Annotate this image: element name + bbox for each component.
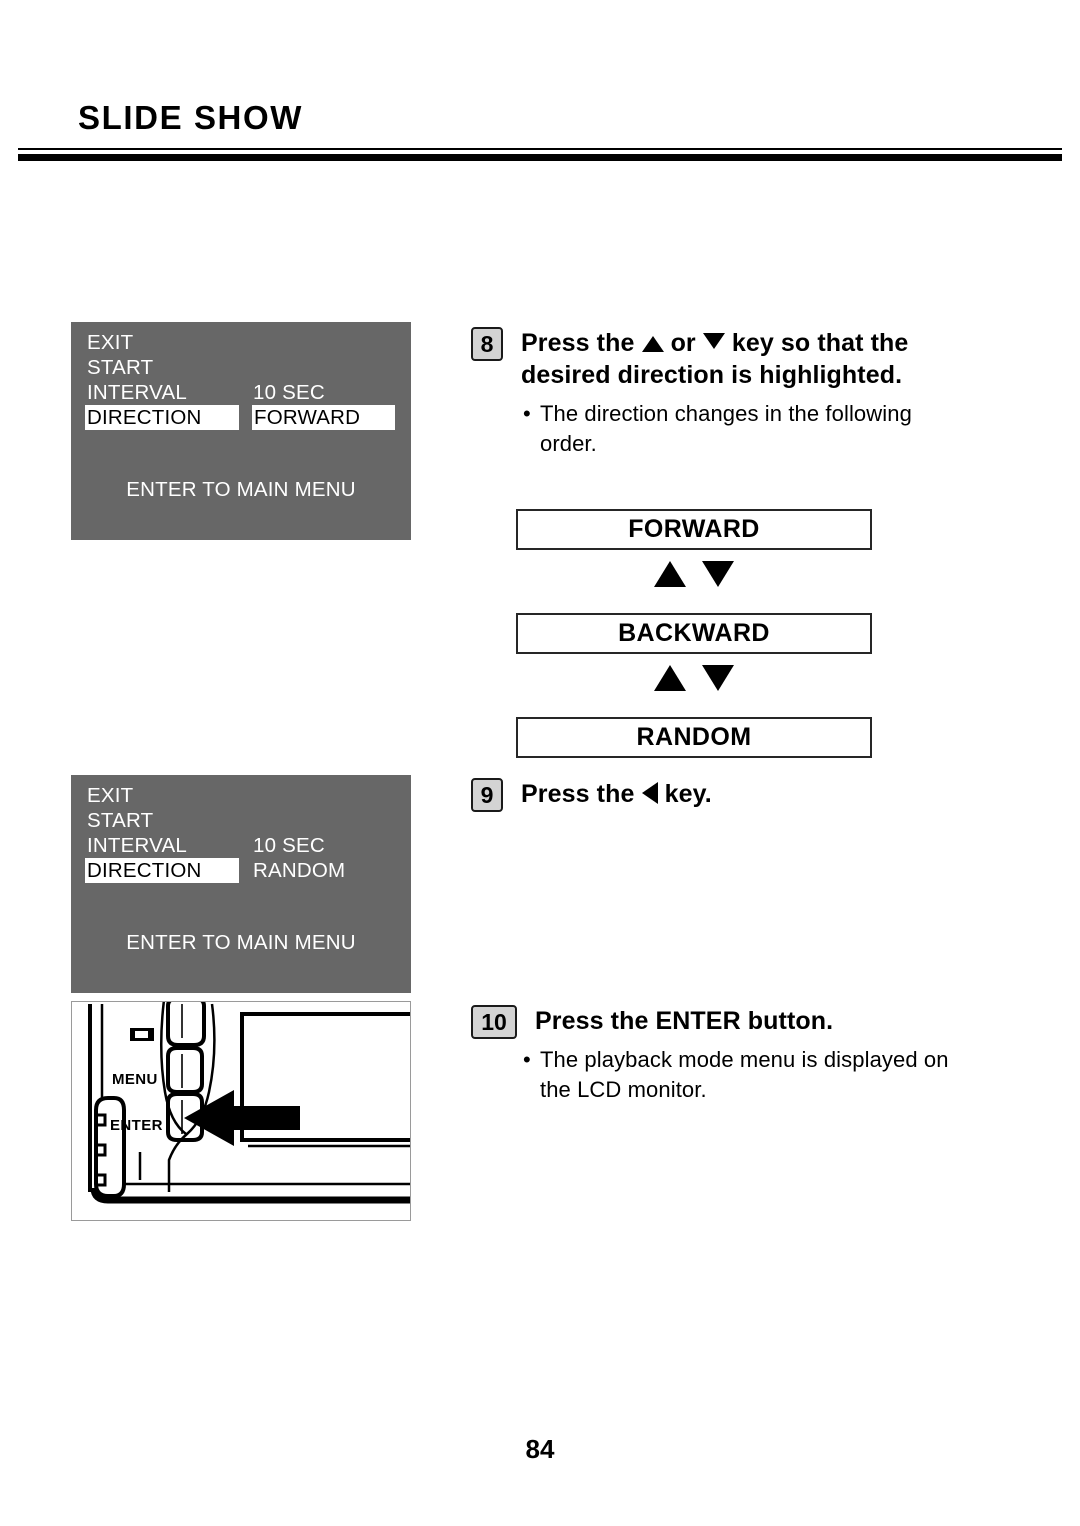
step-9-heading: Press the key.: [521, 778, 1001, 810]
lcd-row-label-interval: INTERVAL: [87, 381, 187, 404]
camera-illustration: MENU ENTER: [71, 1001, 411, 1221]
step-8-bullet-line1: The direction changes in the following: [540, 401, 912, 426]
step-8-heading-post: key so that the: [731, 329, 909, 357]
flow-box-forward: FORWARD: [516, 509, 872, 550]
lcd-row-label-start: START: [87, 356, 154, 379]
page-title: SLIDE SHOW: [78, 99, 304, 136]
down-triangle-icon: [702, 665, 734, 691]
header-rule-thick: [18, 154, 1062, 161]
lcd-row-label-direction-highlighted: DIRECTION: [85, 405, 239, 430]
camera-display-icon: [130, 1028, 154, 1041]
up-triangle-icon: [654, 665, 686, 691]
flow-connector-2: [516, 665, 872, 705]
step-9-heading-pre: Press the: [521, 780, 635, 808]
step-8-heading-mid: or: [670, 329, 696, 357]
lcd-row-label-exit: EXIT: [87, 331, 134, 354]
lcd-row-label-start: START: [87, 809, 154, 832]
down-triangle-icon: [702, 333, 725, 349]
step-9-number: 9: [471, 778, 503, 812]
left-triangle-icon: [641, 782, 658, 804]
camera-enter-button-label: ENTER: [110, 1117, 163, 1134]
step-10-number: 10: [471, 1005, 517, 1039]
flow-box-backward: BACKWARD: [516, 613, 872, 654]
step-8-heading-pre: Press the: [521, 329, 635, 357]
header-rule-thin: [18, 148, 1062, 150]
lcd-screen-slide-show-menu-random: EXIT START INTERVAL 10 SEC DIRECTION RAN…: [71, 775, 411, 993]
step-10-bullet-line1: The playback mode menu is displayed on: [540, 1047, 949, 1072]
lcd-footer-hint: ENTER TO MAIN MENU: [126, 478, 356, 501]
lcd-row-label-exit: EXIT: [87, 784, 134, 807]
lcd-row-label-direction-highlighted: DIRECTION: [85, 858, 239, 883]
lcd-footer-hint: ENTER TO MAIN MENU: [126, 931, 356, 954]
lcd-row-value-direction: RANDOM: [253, 859, 346, 882]
flow-box-random: RANDOM: [516, 717, 872, 758]
lcd-row-label-interval: INTERVAL: [87, 834, 187, 857]
lcd-row-value-interval: 10 SEC: [253, 834, 325, 857]
step-10-bullet-line2: the LCD monitor.: [540, 1077, 707, 1102]
lcd-row-value-interval: 10 SEC: [253, 381, 325, 404]
page-number: 84: [525, 1434, 555, 1464]
step-8-note: • The direction changes in the following…: [521, 399, 991, 459]
step-8-heading-line2: desired direction is highlighted.: [521, 361, 903, 389]
up-triangle-icon: [641, 336, 664, 352]
camera-menu-button-label: MENU: [112, 1071, 158, 1088]
step-10-note: • The playback mode menu is displayed on…: [521, 1045, 1021, 1105]
step-8-bullet: • The direction changes in the following…: [521, 399, 991, 459]
bullet-dot-icon: •: [523, 401, 531, 426]
bullet-dot-icon: •: [523, 1047, 531, 1072]
step-10-heading: Press the ENTER button.: [535, 1007, 834, 1035]
step-9-heading-post: key.: [664, 780, 712, 808]
up-triangle-icon: [654, 561, 686, 587]
lcd-row-value-direction-highlighted: FORWARD: [252, 405, 395, 430]
down-triangle-icon: [702, 561, 734, 587]
lcd-screen-slide-show-menu-forward: EXIT START INTERVAL 10 SEC DIRECTION FOR…: [71, 322, 411, 540]
step-8-bullet-line2: order.: [540, 431, 597, 456]
step-8-number: 8: [471, 327, 503, 361]
flow-connector-1: [516, 561, 872, 601]
step-8-heading: Press the or key so that the desired dir…: [521, 327, 1001, 391]
step-10-bullet: • The playback mode menu is displayed on…: [521, 1045, 1021, 1105]
